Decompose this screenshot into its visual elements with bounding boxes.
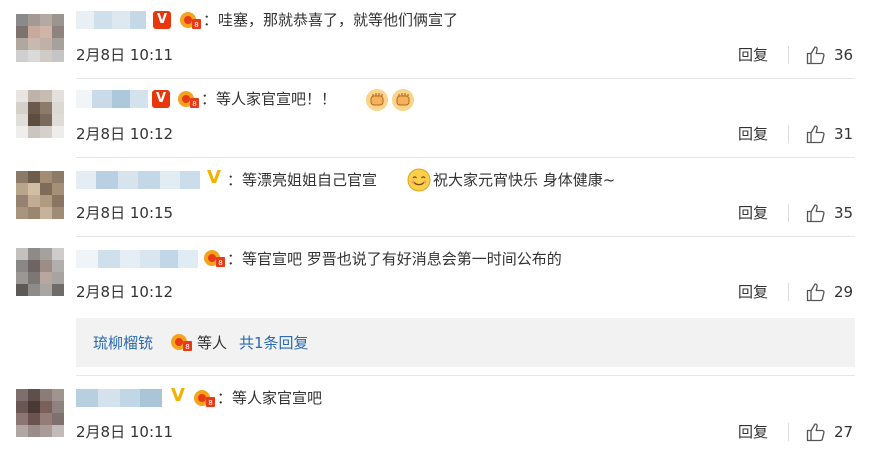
- like-count: 36: [834, 46, 854, 64]
- svg-text:8: 8: [208, 399, 212, 407]
- separator: [788, 46, 789, 64]
- comment-time: 2月8日 10:15: [76, 204, 174, 222]
- comment-item: V 8 ：等人家官宣吧！！ 2月8日 10:12 回复 31: [0, 80, 882, 158]
- username-blurred[interactable]: [76, 171, 200, 189]
- svg-text:8: 8: [218, 259, 222, 267]
- like-count: 35: [834, 204, 854, 222]
- avatar[interactable]: [16, 248, 64, 296]
- thumbs-up-icon[interactable]: [806, 422, 826, 442]
- v-badge-icon: V: [171, 385, 185, 406]
- like-count: 29: [834, 283, 854, 301]
- comment-text: ：等人家官宣吧！！: [201, 90, 337, 108]
- username-blurred[interactable]: [76, 250, 198, 268]
- smile-emoji-icon: [407, 168, 431, 192]
- fist-emoji-icon: [366, 89, 388, 111]
- fan-badge-icon: 8: [194, 390, 215, 407]
- sub-reply-text: 等人: [197, 334, 228, 352]
- reply-button[interactable]: 回复: [738, 124, 768, 144]
- thumbs-up-icon[interactable]: [806, 124, 826, 144]
- fan-badge-icon: 8: [180, 12, 201, 29]
- v-badge-icon: V: [207, 167, 221, 188]
- comment-text: ：等人家官宣吧: [217, 389, 323, 407]
- fan-badge-icon: 8: [178, 91, 199, 108]
- comment-text: ：等官宣吧 罗晋也说了有好消息会第一时间公布的: [227, 250, 562, 268]
- v-badge-icon: V: [152, 90, 170, 108]
- avatar[interactable]: [16, 171, 64, 219]
- view-replies-link[interactable]: 共1条回复: [239, 333, 309, 353]
- thumbs-up-icon[interactable]: [806, 45, 826, 65]
- svg-text:8: 8: [185, 343, 189, 351]
- separator: [788, 283, 789, 301]
- comment-item: V 8 ：等人家官宣吧 2月8日 10:11 回复 27: [0, 377, 882, 453]
- avatar[interactable]: [16, 14, 64, 62]
- like-count: 31: [834, 125, 854, 143]
- thumbs-up-icon[interactable]: [806, 203, 826, 223]
- comment-time: 2月8日 10:12: [76, 283, 174, 301]
- comment-text: ：哇塞，那就恭喜了，就等他们俩宣了: [203, 11, 459, 29]
- like-count: 27: [834, 423, 854, 441]
- avatar[interactable]: [16, 389, 64, 437]
- reply-button[interactable]: 回复: [738, 422, 768, 442]
- sub-reply-box: 琉柳榴铳 8 等人 共1条回复: [76, 318, 855, 367]
- avatar[interactable]: [16, 90, 64, 138]
- reply-button[interactable]: 回复: [738, 45, 768, 65]
- comment-text: ：等漂亮姐姐自己官宣: [227, 171, 378, 189]
- divider: [76, 236, 855, 237]
- divider: [76, 375, 855, 376]
- separator: [788, 125, 789, 143]
- separator: [788, 423, 789, 441]
- comment-text-2: 祝大家元宵快乐 身体健康~: [433, 171, 616, 189]
- comment-item: V ：等漂亮姐姐自己官宣 祝大家元宵快乐 身体健康~ 2月8日 10:15 回复…: [0, 159, 882, 237]
- thumbs-up-icon[interactable]: [806, 282, 826, 302]
- reply-button[interactable]: 回复: [738, 203, 768, 223]
- comment-time: 2月8日 10:12: [76, 125, 174, 143]
- comment-time: 2月8日 10:11: [76, 423, 174, 441]
- comment-time: 2月8日 10:11: [76, 46, 174, 64]
- username-blurred[interactable]: [76, 90, 148, 108]
- comment-item: V 8 ：哇塞，那就恭喜了，就等他们俩宣了 2月8日 10:11 回复 36: [0, 0, 882, 80]
- fan-badge-icon: 8: [171, 334, 192, 351]
- fist-emoji-icon: [392, 89, 414, 111]
- divider: [76, 157, 855, 158]
- svg-text:8: 8: [192, 100, 196, 108]
- separator: [788, 204, 789, 222]
- username-blurred[interactable]: [76, 389, 162, 407]
- svg-text:8: 8: [194, 21, 198, 29]
- sub-reply-username[interactable]: 琉柳榴铳: [93, 333, 153, 353]
- v-badge-icon: V: [153, 11, 171, 29]
- fan-badge-icon: 8: [204, 250, 225, 267]
- reply-button[interactable]: 回复: [738, 282, 768, 302]
- username-blurred[interactable]: [76, 11, 146, 29]
- divider: [76, 78, 855, 79]
- comment-item: 8 ：等官宣吧 罗晋也说了有好消息会第一时间公布的 2月8日 10:12 回复 …: [0, 238, 882, 310]
